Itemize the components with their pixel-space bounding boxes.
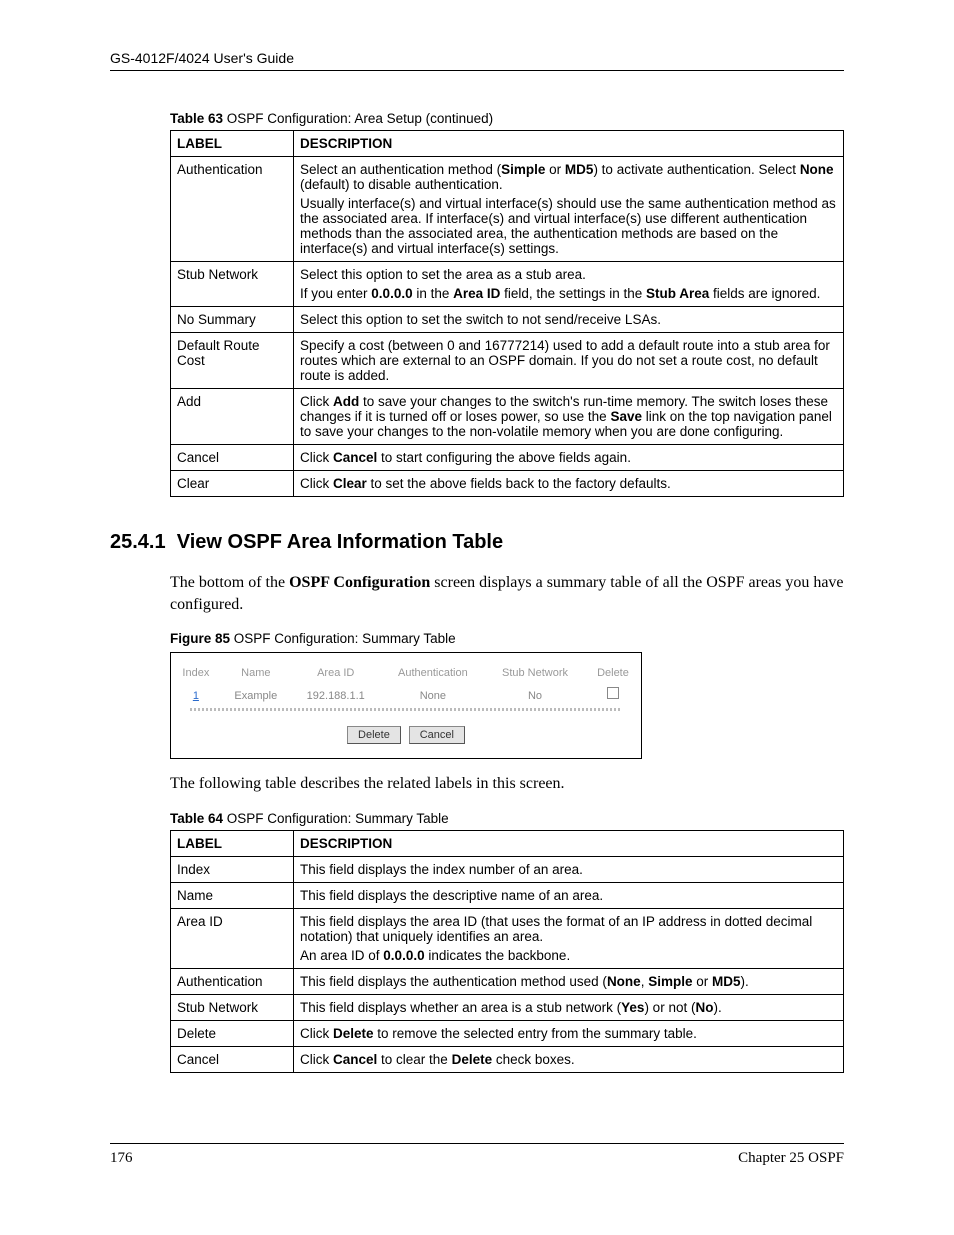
table63-caption-number: Table 63 bbox=[170, 111, 223, 126]
label-cell: Add bbox=[171, 389, 294, 445]
table64-caption: Table 64 OSPF Configuration: Summary Tab… bbox=[170, 811, 844, 826]
figure85-caption-text: OSPF Configuration: Summary Table bbox=[230, 631, 456, 646]
table-row: CancelClick Cancel to start configuring … bbox=[171, 445, 844, 471]
screenshot-header-row: Index Name Area ID Authentication Stub N… bbox=[171, 663, 641, 683]
col-auth: Authentication bbox=[381, 663, 486, 683]
description-cell: Select this option to set the switch to … bbox=[294, 307, 844, 333]
index-link[interactable]: 1 bbox=[193, 690, 199, 702]
table-row: Stub NetworkThis field displays whether … bbox=[171, 994, 844, 1020]
col-index: Index bbox=[171, 663, 221, 683]
table63-caption: Table 63 OSPF Configuration: Area Setup … bbox=[170, 111, 844, 126]
table-row: AuthenticationSelect an authentication m… bbox=[171, 157, 844, 262]
cancel-button[interactable]: Cancel bbox=[409, 726, 465, 744]
delete-checkbox[interactable] bbox=[607, 687, 619, 699]
description-cell: This field displays whether an area is a… bbox=[294, 994, 844, 1020]
description-cell: Select an authentication method (Simple … bbox=[294, 157, 844, 262]
dotted-separator bbox=[190, 708, 622, 711]
section-title: View OSPF Area Information Table bbox=[177, 531, 503, 553]
table63: LABEL DESCRIPTION AuthenticationSelect a… bbox=[170, 130, 844, 497]
description-cell: Click Delete to remove the selected entr… bbox=[294, 1020, 844, 1046]
table-row: AuthenticationThis field displays the au… bbox=[171, 968, 844, 994]
label-cell: Authentication bbox=[171, 157, 294, 262]
screenshot-data-row: 1 Example 192.188.1.1 None No bbox=[171, 683, 641, 706]
col-delete: Delete bbox=[585, 663, 641, 683]
figure85-screenshot: Index Name Area ID Authentication Stub N… bbox=[170, 652, 642, 759]
description-cell: Specify a cost (between 0 and 16777214) … bbox=[294, 333, 844, 389]
table-row: IndexThis field displays the index numbe… bbox=[171, 856, 844, 882]
table-row: AddClick Add to save your changes to the… bbox=[171, 389, 844, 445]
label-cell: Name bbox=[171, 882, 294, 908]
col-name: Name bbox=[221, 663, 291, 683]
label-cell: Cancel bbox=[171, 1046, 294, 1072]
description-cell: This field displays the descriptive name… bbox=[294, 882, 844, 908]
table63-col-desc: DESCRIPTION bbox=[294, 131, 844, 157]
table-row: CancelClick Cancel to clear the Delete c… bbox=[171, 1046, 844, 1072]
description-cell: Click Add to save your changes to the sw… bbox=[294, 389, 844, 445]
label-cell: Stub Network bbox=[171, 994, 294, 1020]
page-footer: 176 Chapter 25 OSPF bbox=[110, 1143, 844, 1167]
label-cell: Default Route Cost bbox=[171, 333, 294, 389]
description-cell: Click Clear to set the above fields back… bbox=[294, 471, 844, 497]
table-row: ClearClick Clear to set the above fields… bbox=[171, 471, 844, 497]
label-cell: No Summary bbox=[171, 307, 294, 333]
label-cell: Authentication bbox=[171, 968, 294, 994]
table63-caption-text: OSPF Configuration: Area Setup (continue… bbox=[223, 111, 493, 126]
table63-header-row: LABEL DESCRIPTION bbox=[171, 131, 844, 157]
description-cell: Click Cancel to start configuring the ab… bbox=[294, 445, 844, 471]
description-cell: Select this option to set the area as a … bbox=[294, 262, 844, 307]
description-cell: This field displays the area ID (that us… bbox=[294, 908, 844, 968]
label-cell: Area ID bbox=[171, 908, 294, 968]
page-number: 176 bbox=[110, 1150, 133, 1167]
table64-body: IndexThis field displays the index numbe… bbox=[171, 856, 844, 1072]
cell-auth: None bbox=[381, 683, 486, 706]
section-number: 25.4.1 bbox=[110, 531, 166, 553]
screenshot-buttons: Delete Cancel bbox=[171, 725, 641, 744]
section-intro: The bottom of the OSPF Configuration scr… bbox=[170, 572, 844, 615]
table64-caption-text: OSPF Configuration: Summary Table bbox=[223, 811, 449, 826]
page-header: GS-4012F/4024 User's Guide bbox=[110, 50, 844, 71]
figure85-caption: Figure 85 OSPF Configuration: Summary Ta… bbox=[170, 631, 844, 646]
table-row: No SummarySelect this option to set the … bbox=[171, 307, 844, 333]
delete-button[interactable]: Delete bbox=[347, 726, 401, 744]
cell-name: Example bbox=[221, 683, 291, 706]
guide-title: GS-4012F/4024 User's Guide bbox=[110, 50, 294, 66]
table64-header-row: LABEL DESCRIPTION bbox=[171, 830, 844, 856]
description-cell: This field displays the authentication m… bbox=[294, 968, 844, 994]
table-row: Area IDThis field displays the area ID (… bbox=[171, 908, 844, 968]
table63-body: AuthenticationSelect an authentication m… bbox=[171, 157, 844, 497]
table64-col-desc: DESCRIPTION bbox=[294, 830, 844, 856]
table64-caption-number: Table 64 bbox=[170, 811, 223, 826]
table64: LABEL DESCRIPTION IndexThis field displa… bbox=[170, 830, 844, 1073]
label-cell: Delete bbox=[171, 1020, 294, 1046]
description-cell: Click Cancel to clear the Delete check b… bbox=[294, 1046, 844, 1072]
table-row: Stub NetworkSelect this option to set th… bbox=[171, 262, 844, 307]
col-stub: Stub Network bbox=[485, 663, 585, 683]
col-areaid: Area ID bbox=[291, 663, 381, 683]
label-cell: Stub Network bbox=[171, 262, 294, 307]
table64-col-label: LABEL bbox=[171, 830, 294, 856]
table-row: NameThis field displays the descriptive … bbox=[171, 882, 844, 908]
description-cell: This field displays the index number of … bbox=[294, 856, 844, 882]
chapter-label: Chapter 25 OSPF bbox=[738, 1150, 844, 1167]
cell-stub: No bbox=[485, 683, 585, 706]
figure85-caption-number: Figure 85 bbox=[170, 631, 230, 646]
table63-col-label: LABEL bbox=[171, 131, 294, 157]
label-cell: Clear bbox=[171, 471, 294, 497]
label-cell: Cancel bbox=[171, 445, 294, 471]
after-figure-text: The following table describes the relate… bbox=[170, 773, 844, 795]
section-heading: 25.4.1 View OSPF Area Information Table bbox=[110, 531, 844, 554]
table-row: Default Route CostSpecify a cost (betwee… bbox=[171, 333, 844, 389]
table-row: DeleteClick Delete to remove the selecte… bbox=[171, 1020, 844, 1046]
label-cell: Index bbox=[171, 856, 294, 882]
cell-areaid: 192.188.1.1 bbox=[291, 683, 381, 706]
